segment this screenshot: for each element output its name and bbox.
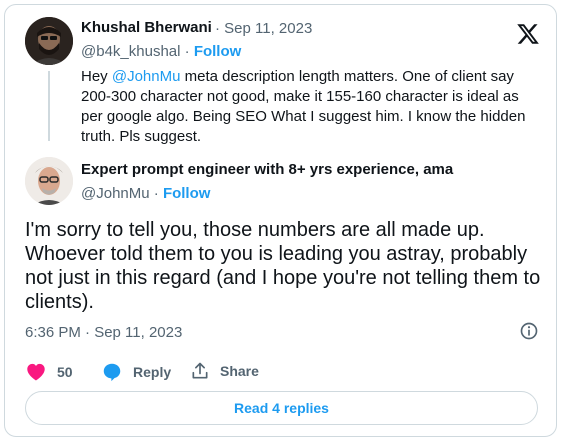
reply-author-name[interactable]: Expert prompt engineer with 8+ yrs exper… (81, 161, 453, 178)
thread-connector-line (48, 71, 50, 141)
share-button[interactable]: Share (190, 361, 259, 381)
avatar-johnmu[interactable] (25, 157, 73, 205)
parent-tweet-text: Hey @JohnMu meta description length matt… (81, 67, 541, 147)
reply-button[interactable]: Reply (101, 361, 171, 383)
info-icon[interactable] (519, 321, 539, 341)
share-icon (192, 362, 208, 379)
avatar-khushal[interactable] (25, 17, 73, 65)
handle-separator: · (153, 185, 159, 202)
mention-link[interactable]: @JohnMu (112, 68, 181, 85)
parent-text-intro: Hey (81, 68, 112, 85)
date-separator: · (215, 20, 220, 37)
heart-icon (27, 363, 45, 381)
share-label: Share (220, 363, 259, 379)
reply-label: Reply (133, 364, 172, 380)
parent-date-row[interactable]: · Sep 11, 2023 (215, 20, 312, 37)
follow-khushal-link[interactable]: Follow (194, 43, 242, 60)
reply-handle[interactable]: @JohnMu (81, 185, 150, 202)
reply-handle-row: @JohnMu · Follow (81, 185, 210, 202)
like-count: 50 (57, 364, 73, 380)
x-logo-icon[interactable] (516, 22, 540, 46)
tweet-timestamp[interactable]: 6:36 PM · Sep 11, 2023 (25, 324, 182, 341)
parent-author-name[interactable]: Khushal Bherwani (81, 19, 212, 36)
speech-bubble-icon (103, 363, 121, 382)
like-button[interactable]: 50 (25, 361, 73, 383)
parent-date[interactable]: Sep 11, 2023 (224, 20, 312, 37)
embedded-tweet-card: Khushal Bherwani · Sep 11, 2023 @b4k_khu… (4, 4, 557, 437)
reply-tweet-text: I'm sorry to tell you, those numbers are… (25, 219, 541, 313)
parent-handle[interactable]: @b4k_khushal (81, 43, 180, 60)
follow-johnmu-link[interactable]: Follow (163, 185, 211, 202)
read-replies-button[interactable]: Read 4 replies (25, 391, 538, 425)
handle-separator: · (184, 43, 190, 60)
parent-handle-row: @b4k_khushal · Follow (81, 43, 241, 60)
